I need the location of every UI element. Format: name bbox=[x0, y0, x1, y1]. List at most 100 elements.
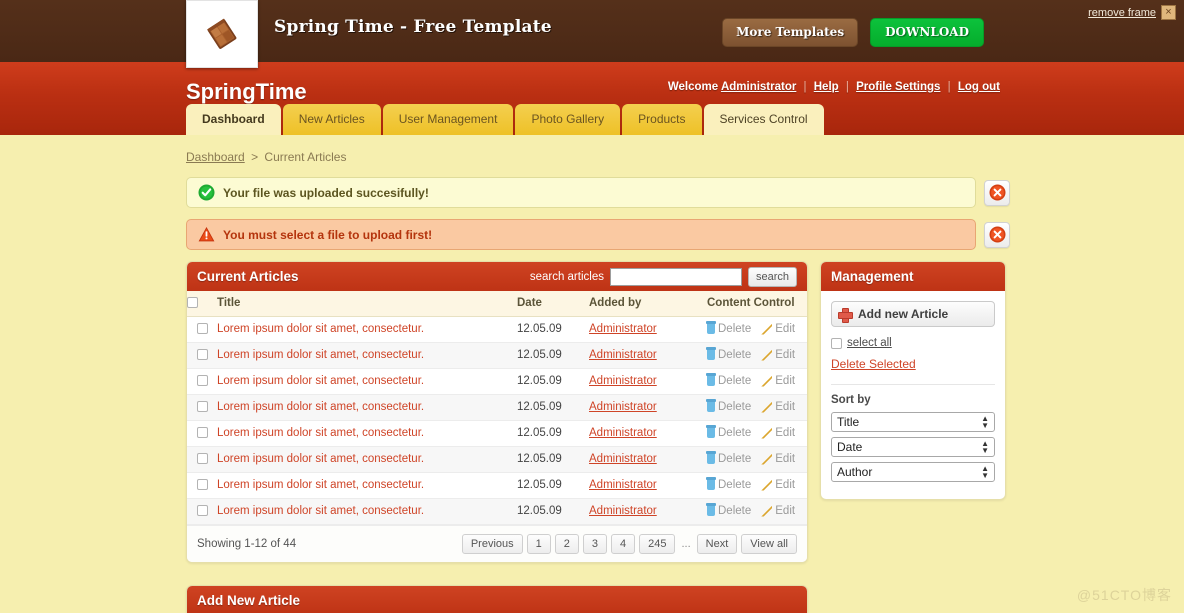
row-select-cell bbox=[187, 368, 217, 395]
sort-select-author[interactable]: Author ▲ ▼ bbox=[831, 462, 995, 482]
row-edit-label: Edit bbox=[775, 427, 796, 439]
row-edit-action[interactable]: Edit bbox=[761, 479, 795, 491]
row-delete-action[interactable]: Delete bbox=[706, 321, 751, 335]
pagination-page-2[interactable]: 2 bbox=[554, 534, 579, 554]
showing-count: Showing 1-12 of 44 bbox=[197, 538, 297, 550]
search-input[interactable] bbox=[609, 267, 742, 286]
row-delete-action[interactable]: Delete bbox=[706, 347, 751, 361]
promo-frame-bar: Spring Time - Free Template More Templat… bbox=[0, 0, 1184, 68]
add-new-article-button[interactable]: Add new Article bbox=[831, 301, 995, 327]
articles-table-footer: Showing 1-12 of 44 Previous 1 2 3 4 245 … bbox=[187, 525, 807, 562]
row-added-by[interactable]: Administrator bbox=[589, 349, 657, 361]
pagination-view-all[interactable]: View all bbox=[741, 534, 797, 554]
watermark: @51CTO博客 bbox=[1076, 587, 1172, 603]
search-button[interactable]: search bbox=[747, 266, 797, 287]
tab-user-management[interactable]: User Management bbox=[382, 104, 514, 135]
row-delete-label: Delete bbox=[718, 375, 752, 387]
row-edit-action[interactable]: Edit bbox=[761, 401, 795, 413]
row-checkbox[interactable] bbox=[196, 349, 208, 361]
row-title[interactable]: Lorem ipsum dolor sit amet, consectetur. bbox=[217, 401, 424, 413]
delete-selected-link[interactable]: Delete Selected bbox=[831, 357, 916, 371]
row-checkbox[interactable] bbox=[196, 453, 208, 465]
row-title[interactable]: Lorem ipsum dolor sit amet, consectetur. bbox=[217, 453, 424, 465]
pagination-page-3[interactable]: 3 bbox=[582, 534, 607, 554]
row-title[interactable]: Lorem ipsum dolor sit amet, consectetur. bbox=[217, 323, 424, 335]
more-templates-button[interactable]: More Templates bbox=[722, 18, 859, 47]
tab-dashboard[interactable]: Dashboard bbox=[186, 104, 281, 135]
close-icon[interactable]: × bbox=[1161, 5, 1176, 20]
row-added-by[interactable]: Administrator bbox=[589, 505, 657, 517]
help-link[interactable]: Help bbox=[814, 81, 839, 93]
row-edit-action[interactable]: Edit bbox=[761, 427, 795, 439]
row-added-by[interactable]: Administrator bbox=[589, 375, 657, 387]
row-added-by-cell: Administrator bbox=[589, 342, 707, 369]
profile-settings-link[interactable]: Profile Settings bbox=[856, 81, 940, 93]
current-user-link[interactable]: Administrator bbox=[721, 81, 796, 93]
row-title[interactable]: Lorem ipsum dolor sit amet, consectetur. bbox=[217, 505, 424, 517]
row-added-by[interactable]: Administrator bbox=[589, 453, 657, 465]
row-edit-action[interactable]: Edit bbox=[761, 323, 795, 335]
row-delete-action[interactable]: Delete bbox=[706, 503, 751, 517]
row-edit-action[interactable]: Edit bbox=[761, 349, 795, 361]
row-checkbox[interactable] bbox=[196, 375, 208, 387]
row-edit-action[interactable]: Edit bbox=[761, 505, 795, 517]
pagination-page-4[interactable]: 4 bbox=[611, 534, 636, 554]
alert-success-close-icon[interactable] bbox=[984, 179, 1010, 206]
row-select-cell bbox=[187, 472, 217, 499]
add-new-article-panel: Add New Article Article Title (Required … bbox=[186, 585, 808, 613]
row-checkbox[interactable] bbox=[196, 323, 208, 335]
row-date: 12.05.09 bbox=[517, 472, 589, 499]
row-edit-action[interactable]: Edit bbox=[761, 453, 795, 465]
pagination-page-245[interactable]: 245 bbox=[639, 534, 676, 554]
sort-by-label: Sort by bbox=[831, 394, 871, 406]
remove-frame-link[interactable]: remove frame bbox=[1088, 7, 1156, 19]
add-new-article-title: Add New Article bbox=[197, 593, 301, 608]
row-delete-action[interactable]: Delete bbox=[706, 451, 752, 465]
row-delete-action[interactable]: Delete bbox=[706, 477, 751, 491]
row-checkbox[interactable] bbox=[196, 479, 208, 491]
tab-new-articles[interactable]: New Articles bbox=[282, 104, 381, 135]
tab-products[interactable]: Products bbox=[622, 104, 702, 135]
row-checkbox[interactable] bbox=[196, 505, 208, 517]
pagination-next[interactable]: Next bbox=[696, 534, 738, 554]
row-delete-action[interactable]: Delete bbox=[706, 373, 752, 387]
row-edit-action[interactable]: Edit bbox=[761, 375, 795, 387]
row-added-by[interactable]: Administrator bbox=[589, 323, 657, 335]
logout-link[interactable]: Log out bbox=[958, 81, 1000, 93]
row-title[interactable]: Lorem ipsum dolor sit amet, consectetur. bbox=[217, 375, 424, 387]
select-all-header-checkbox[interactable] bbox=[187, 297, 198, 309]
row-title-cell: Lorem ipsum dolor sit amet, consectetur. bbox=[217, 394, 517, 421]
alert-success-text: Your file was uploaded succesifully! bbox=[223, 185, 429, 200]
row-delete-action[interactable]: Delete bbox=[706, 399, 751, 413]
row-content-control: Delete Edit bbox=[706, 498, 807, 525]
th-added-by: Added by bbox=[589, 291, 707, 317]
download-button[interactable]: DOWNLOAD bbox=[870, 18, 984, 47]
row-checkbox[interactable] bbox=[196, 401, 208, 413]
table-row: Lorem ipsum dolor sit amet, consectetur.… bbox=[187, 498, 807, 525]
table-row: Lorem ipsum dolor sit amet, consectetur.… bbox=[187, 342, 807, 369]
row-delete-label: Delete bbox=[718, 453, 752, 465]
select-all-checkbox[interactable] bbox=[831, 337, 842, 349]
select-all-link[interactable]: select all bbox=[847, 337, 892, 349]
breadcrumb-dashboard[interactable]: Dashboard bbox=[186, 150, 245, 164]
pagination-page-1[interactable]: 1 bbox=[526, 534, 551, 554]
row-title[interactable]: Lorem ipsum dolor sit amet, consectetur. bbox=[217, 427, 424, 439]
row-delete-action[interactable]: Delete bbox=[706, 425, 751, 439]
row-checkbox[interactable] bbox=[196, 427, 208, 439]
row-title[interactable]: Lorem ipsum dolor sit amet, consectetur. bbox=[217, 479, 424, 491]
table-row: Lorem ipsum dolor sit amet, consectetur.… bbox=[187, 394, 807, 421]
row-added-by[interactable]: Administrator bbox=[589, 401, 657, 413]
row-added-by[interactable]: Administrator bbox=[589, 427, 657, 439]
row-title-cell: Lorem ipsum dolor sit amet, consectetur. bbox=[217, 446, 517, 473]
tab-photo-gallery[interactable]: Photo Gallery bbox=[515, 104, 621, 135]
sort-select-title[interactable]: Title ▲ ▼ bbox=[831, 412, 995, 432]
row-title[interactable]: Lorem ipsum dolor sit amet, consectetur. bbox=[217, 349, 424, 361]
pencil-icon bbox=[761, 401, 773, 413]
alert-error-close-icon[interactable] bbox=[984, 221, 1010, 248]
pagination-previous[interactable]: Previous bbox=[461, 534, 523, 554]
pencil-icon bbox=[761, 427, 773, 439]
row-date: 12.05.09 bbox=[517, 394, 589, 421]
row-added-by[interactable]: Administrator bbox=[589, 479, 657, 491]
sort-select-date[interactable]: Date ▲ ▼ bbox=[831, 437, 995, 457]
tab-services-control[interactable]: Services Control bbox=[703, 104, 824, 135]
